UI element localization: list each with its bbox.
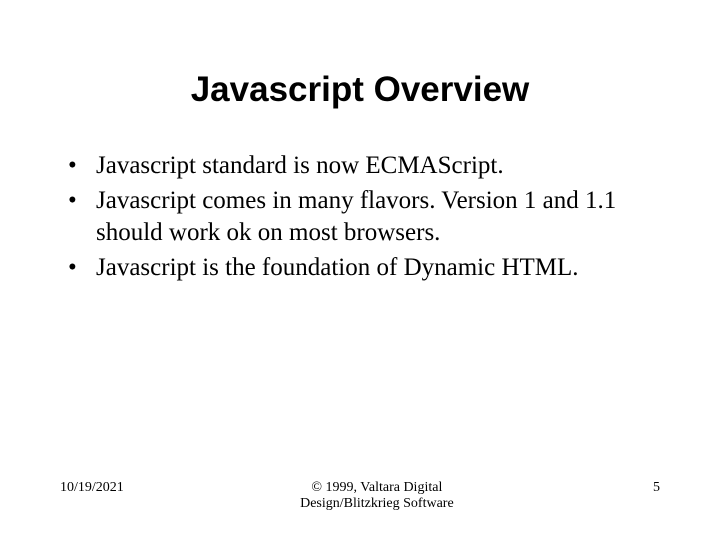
footer-page-number: 5 (630, 480, 660, 496)
footer-copyright: © 1999, Valtara Digital Design/Blitzkrie… (124, 480, 630, 512)
footer-date: 10/19/2021 (60, 480, 124, 496)
slide-title: Javascript Overview (60, 70, 660, 110)
list-item: Javascript is the foundation of Dynamic … (68, 252, 660, 283)
slide: Javascript Overview Javascript standard … (0, 0, 720, 540)
list-item: Javascript comes in many flavors. Versio… (68, 185, 660, 248)
bullet-list: Javascript standard is now ECMAScript. J… (60, 150, 660, 283)
list-item: Javascript standard is now ECMAScript. (68, 150, 660, 181)
slide-footer: 10/19/2021 © 1999, Valtara Digital Desig… (60, 480, 660, 512)
